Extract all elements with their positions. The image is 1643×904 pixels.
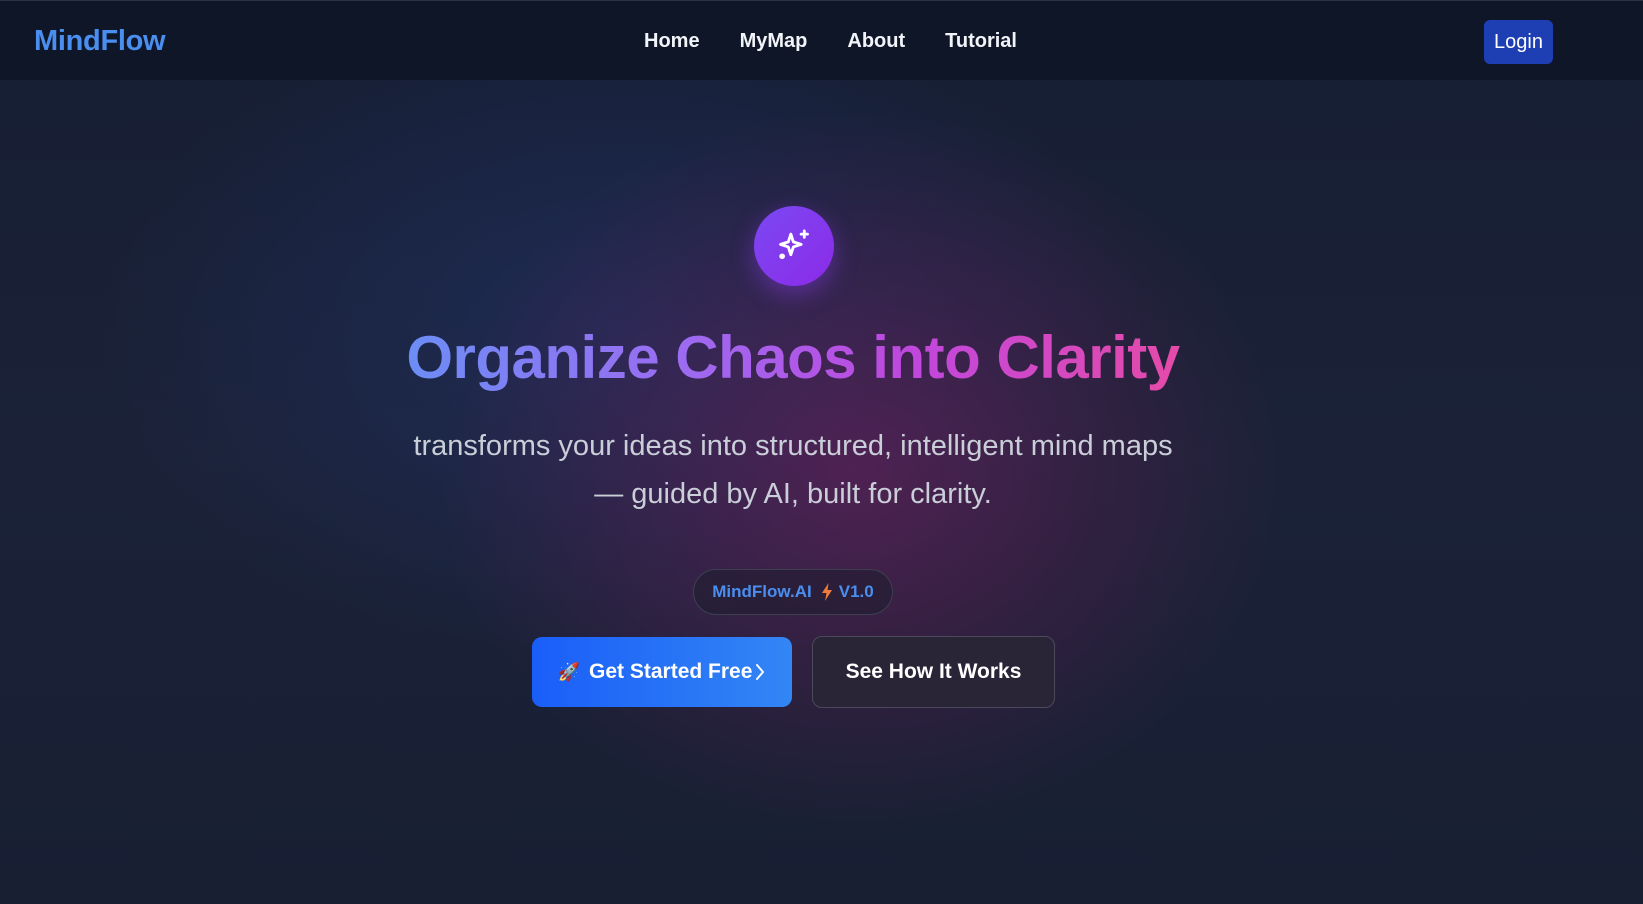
version-pill-product: MindFlow.AI	[712, 582, 812, 601]
hero-subtitle-line-1: transforms your ideas into structured, i…	[413, 430, 1173, 462]
hero-headline-text: Organize Chaos into Clarity	[406, 324, 1180, 391]
get-started-button[interactable]: 🚀 Get Started Free	[532, 637, 792, 707]
lightning-bolt-icon	[821, 583, 833, 601]
get-started-label: Get Started Free	[589, 660, 753, 683]
nav-link-home[interactable]: Home	[644, 30, 700, 53]
see-how-it-works-label: See How It Works	[845, 660, 1022, 683]
chevron-right-icon	[754, 663, 766, 681]
top-navbar: MindFlow Home MyMap About Tutorial Login	[0, 0, 1643, 80]
hero-headline: Organize Chaos into Clarity	[0, 318, 1586, 398]
see-how-it-works-button[interactable]: See How It Works	[812, 636, 1055, 708]
nav-link-about[interactable]: About	[847, 30, 905, 53]
main-nav: Home MyMap About Tutorial	[644, 30, 1057, 53]
login-button[interactable]: Login	[1484, 20, 1553, 64]
hero-subtitle-line-2: — guided by AI, built for clarity.	[594, 478, 992, 510]
brand-logo[interactable]: MindFlow	[34, 25, 166, 58]
sparkles-icon	[779, 229, 809, 260]
version-pill: MindFlow.AI V1.0	[693, 569, 893, 615]
rocket-icon: 🚀	[557, 661, 581, 682]
hero-icon-badge	[754, 206, 834, 286]
nav-link-mymap[interactable]: MyMap	[740, 30, 808, 53]
hero-subtitle: transforms your ideas into structured, i…	[343, 422, 1243, 518]
landing-page: MindFlow Home MyMap About Tutorial Login…	[0, 0, 1643, 904]
nav-link-tutorial[interactable]: Tutorial	[945, 30, 1017, 53]
version-pill-version: V1.0	[838, 582, 874, 601]
